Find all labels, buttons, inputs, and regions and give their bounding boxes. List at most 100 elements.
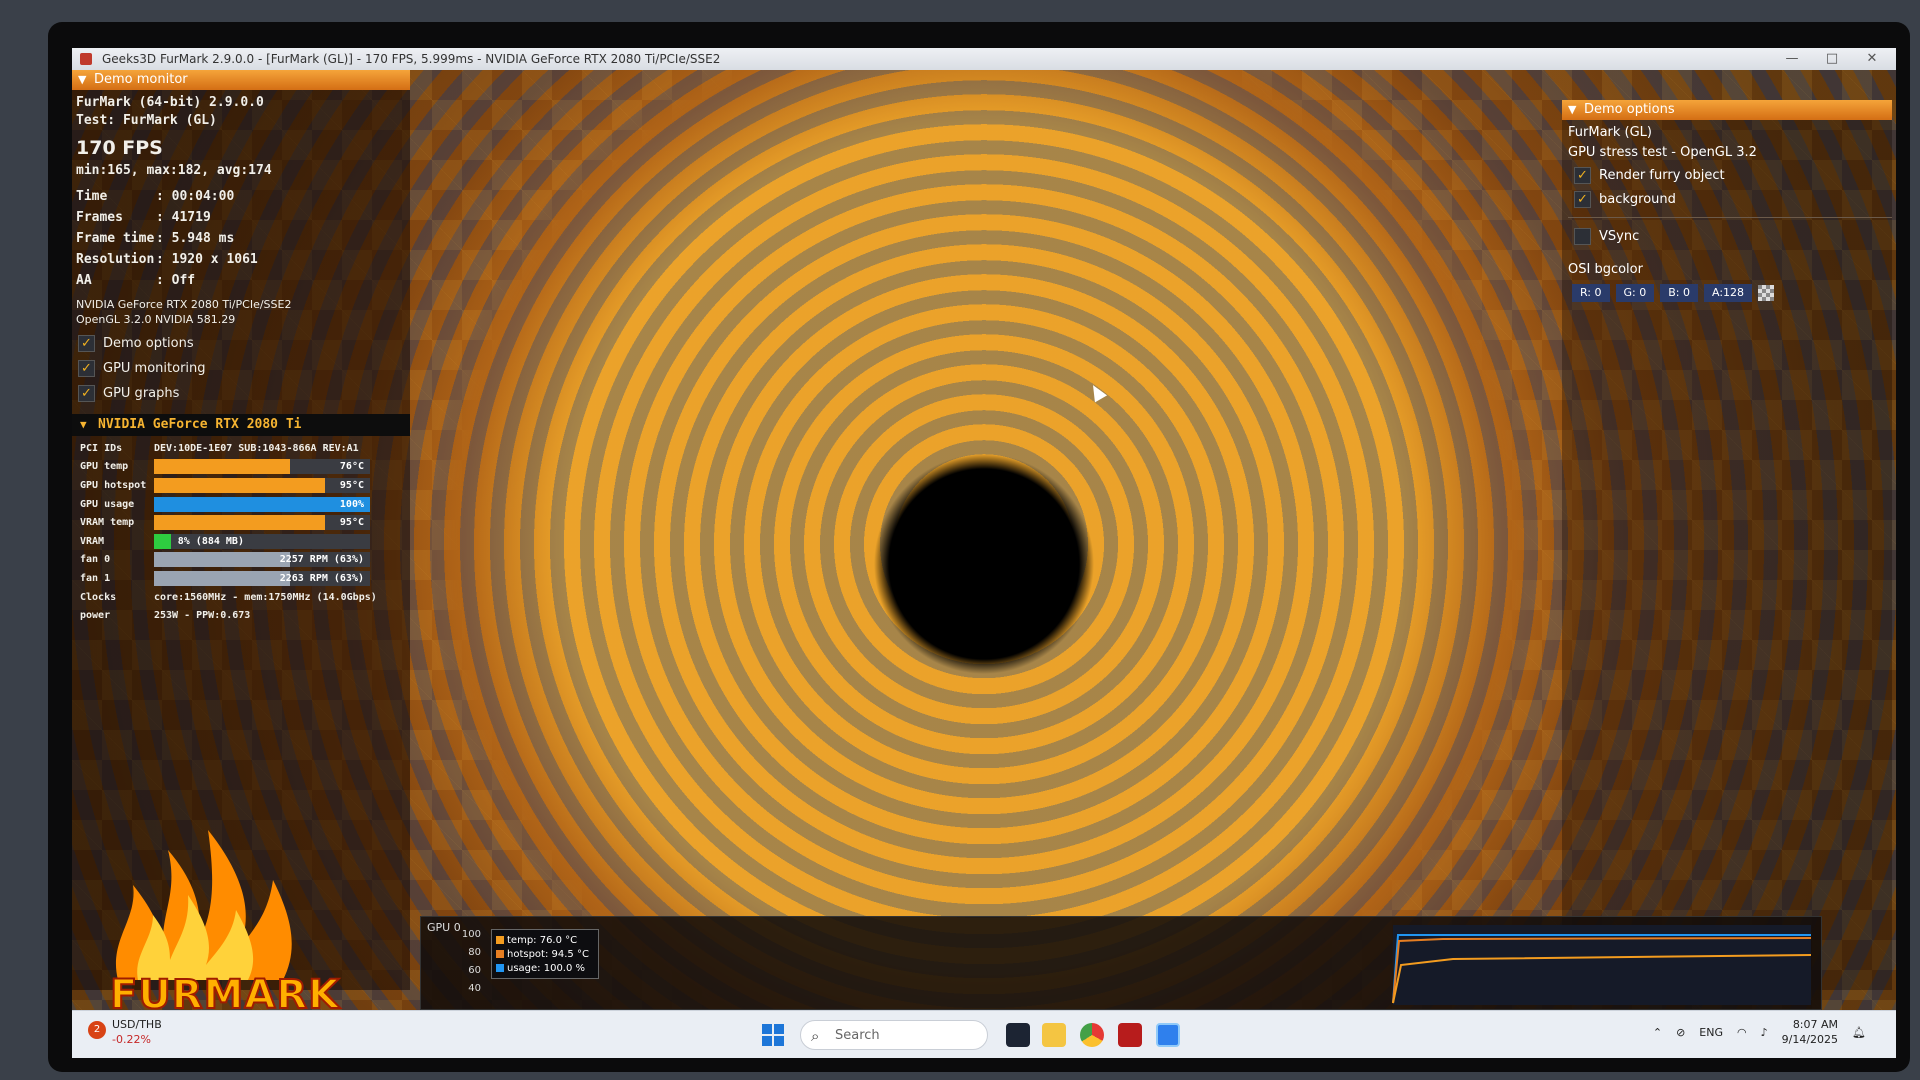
gpu-stat-bar: 76°C (154, 459, 370, 475)
clocks-row: Clocks core:1560MHz - mem:1750MHz (14.0Gb… (80, 591, 377, 603)
blue-field[interactable]: B: 0 (1660, 284, 1698, 302)
y-tick: 100 (461, 929, 481, 940)
gpu-stat-row: GPU usage 100% (72, 495, 410, 514)
widget-badge-icon: 2 (88, 1021, 106, 1039)
gpu-stat-bar: 95°C (154, 515, 370, 531)
system-tray: ⌃ ⊘ ENG ◠ ♪ 8:07 AM 9/14/2025 🔔︎ (1653, 1017, 1866, 1047)
color-swatch-icon[interactable] (1758, 285, 1775, 301)
language-indicator[interactable]: ENG (1699, 1026, 1723, 1039)
widget-change: -0.22% (112, 1033, 151, 1046)
search-icon: ⌕ (811, 1027, 820, 1045)
test-name: Test: FurMark (GL) (76, 113, 217, 128)
checkmark-icon[interactable]: ✓ (78, 335, 95, 352)
notification-bell-icon[interactable]: 🔔︎ (1852, 1026, 1866, 1039)
screen: Geeks3D FurMark 2.9.0.0 - [FurMark (GL)]… (72, 48, 1896, 1058)
checkbox-vsync[interactable]: VSync (1568, 224, 1892, 248)
demo-monitor-panel: ▼ Demo monitor FurMark (64-bit) 2.9.0.0 … (72, 70, 410, 1019)
legend-item: hotspot: 94.5 °C (496, 947, 594, 961)
widget-title: USD/THB (112, 1018, 162, 1031)
gpu-stat-row: fan 0 2257 RPM (63%) (72, 551, 410, 570)
gpu-stat-bar-fill (154, 496, 370, 512)
y-tick: 40 (468, 983, 481, 994)
checkbox-gpu-monitoring[interactable]: ✓ GPU monitoring (72, 356, 410, 381)
gpu-stat-row: GPU hotspot 95°C (72, 476, 410, 495)
gpu-stat-bar: 100% (154, 496, 370, 512)
gpu-stat-label: GPU temp (80, 461, 129, 473)
demo-options-panel: ▼ Demo options FurMark (GL) GPU stress t… (1562, 100, 1892, 990)
taskbar-search[interactable]: ⌕ Search (800, 1020, 988, 1050)
demo-subtitle: GPU stress test - OpenGL 3.2 (1568, 145, 1757, 160)
empty-checkbox-icon[interactable] (1574, 227, 1591, 245)
gpu-stat-label: fan 0 (80, 554, 111, 566)
stat-row: Resolution: 1920 x 1061 (76, 252, 258, 267)
gpu-stat-bar: 8% (884 MB) (154, 533, 370, 549)
red-field[interactable]: R: 0 (1572, 284, 1610, 302)
gpu-stat-bar-fill (154, 477, 325, 493)
gpu-name: NVIDIA GeForce RTX 2080 Ti/PCIe/SSE2 (76, 298, 292, 311)
search-placeholder: Search (835, 1028, 880, 1043)
gpu-stat-bar-fill (154, 515, 325, 531)
plot-window (1393, 925, 1811, 1005)
y-tick: 60 (468, 965, 481, 976)
checkmark-icon[interactable]: ✓ (1574, 190, 1591, 208)
checkbox-render-furry-object[interactable]: ✓ Render furry object (1568, 163, 1892, 187)
stats-list: Time: 00:04:00 Frames: 41719 Frame time:… (76, 186, 410, 291)
active-app-icon[interactable] (1156, 1023, 1180, 1047)
chrome-icon[interactable] (1080, 1023, 1104, 1047)
opengl-version: OpenGL 3.2.0 NVIDIA 581.29 (76, 313, 236, 326)
collapse-triangle-icon[interactable]: ▼ (1568, 100, 1576, 120)
app-version: FurMark (64-bit) 2.9.0.0 (76, 95, 264, 110)
start-button[interactable] (762, 1024, 784, 1046)
volume-icon[interactable]: ♪ (1761, 1026, 1768, 1039)
gpu-stat-label: VRAM (80, 535, 105, 547)
close-button[interactable]: ✕ (1852, 48, 1892, 70)
monitor-checkboxes: ✓ Demo options ✓ GPU monitoring ✓ GPU graph… (72, 331, 410, 406)
gpu-stat-row: VRAM temp 95°C (72, 513, 410, 532)
checkbox-background[interactable]: ✓ background (1568, 187, 1892, 211)
gpu-stat-bar-fill (154, 533, 172, 549)
gpu-stat-row: VRAM 8% (884 MB) (72, 532, 410, 551)
demo-options-header[interactable]: ▼ Demo options (1562, 100, 1892, 120)
gpu-stat-value: 76°C (339, 461, 364, 473)
stat-row: AA: Off (76, 273, 196, 288)
legend-swatch (496, 936, 504, 944)
divider (1568, 217, 1892, 218)
demo-monitor-header[interactable]: ▼ Demo monitor (72, 70, 410, 90)
network-off-icon[interactable]: ⊘ (1676, 1026, 1685, 1039)
gpu-section-header[interactable]: ▼ NVIDIA GeForce RTX 2080 Ti (72, 414, 410, 436)
wifi-icon[interactable]: ◠ (1737, 1026, 1747, 1039)
green-field[interactable]: G: 0 (1615, 284, 1655, 302)
checkbox-gpu-graphs[interactable]: ✓ GPU graphs (72, 381, 410, 406)
minimize-button[interactable]: — (1772, 48, 1812, 70)
task-view-icon[interactable] (1006, 1023, 1030, 1047)
widgets-button[interactable]: 2 USD/THB -0.22% (88, 1017, 162, 1047)
gpu-stat-bar: 2257 RPM (63%) (154, 552, 370, 568)
gpu-renderer-info: NVIDIA GeForce RTX 2080 Ti/PCIe/SSE2 Ope… (76, 297, 410, 327)
file-explorer-icon[interactable] (1042, 1023, 1066, 1047)
gpu-stat-bar: 95°C (154, 477, 370, 493)
stat-row: Frames: 41719 (76, 210, 211, 225)
checkmark-icon[interactable]: ✓ (78, 360, 95, 377)
maximize-button[interactable]: □ (1812, 48, 1852, 70)
clock[interactable]: 8:07 AM 9/14/2025 (1782, 1017, 1838, 1047)
windows-taskbar: 2 USD/THB -0.22% ⌕ Search ⌃ ⊘ ENG ◠ ♪ 8:… (72, 1010, 1896, 1058)
fps-readout: 170 FPS (76, 137, 163, 159)
alpha-field[interactable]: A:128 (1704, 284, 1753, 302)
legend-swatch (496, 950, 504, 958)
graph-legend: temp: 76.0 °C hotspot: 94.5 °C usage: 10… (491, 929, 599, 979)
gpu-stat-value: 95°C (339, 479, 364, 491)
osi-bgcolor-label: OSI bgcolor (1568, 262, 1643, 277)
checkbox-demo-options[interactable]: ✓ Demo options (72, 331, 410, 356)
furmark-taskbar-icon[interactable] (1118, 1023, 1142, 1047)
checkmark-icon[interactable]: ✓ (1574, 166, 1591, 184)
power-row: power 253W - PPW:0.673 (80, 610, 251, 622)
window-titlebar[interactable]: Geeks3D FurMark 2.9.0.0 - [FurMark (GL)]… (72, 48, 1896, 70)
gpu-stat-value: 2257 RPM (63%) (279, 554, 364, 566)
gpu-stat-value: 2263 RPM (63%) (279, 572, 364, 584)
collapse-triangle-icon[interactable]: ▼ (80, 414, 87, 436)
gpu-stat-value: 8% (884 MB) (177, 535, 244, 547)
collapse-triangle-icon[interactable]: ▼ (78, 70, 86, 90)
tray-overflow-icon[interactable]: ⌃ (1653, 1026, 1662, 1039)
gpu-stat-label: GPU usage (80, 498, 135, 510)
checkmark-icon[interactable]: ✓ (78, 385, 95, 402)
